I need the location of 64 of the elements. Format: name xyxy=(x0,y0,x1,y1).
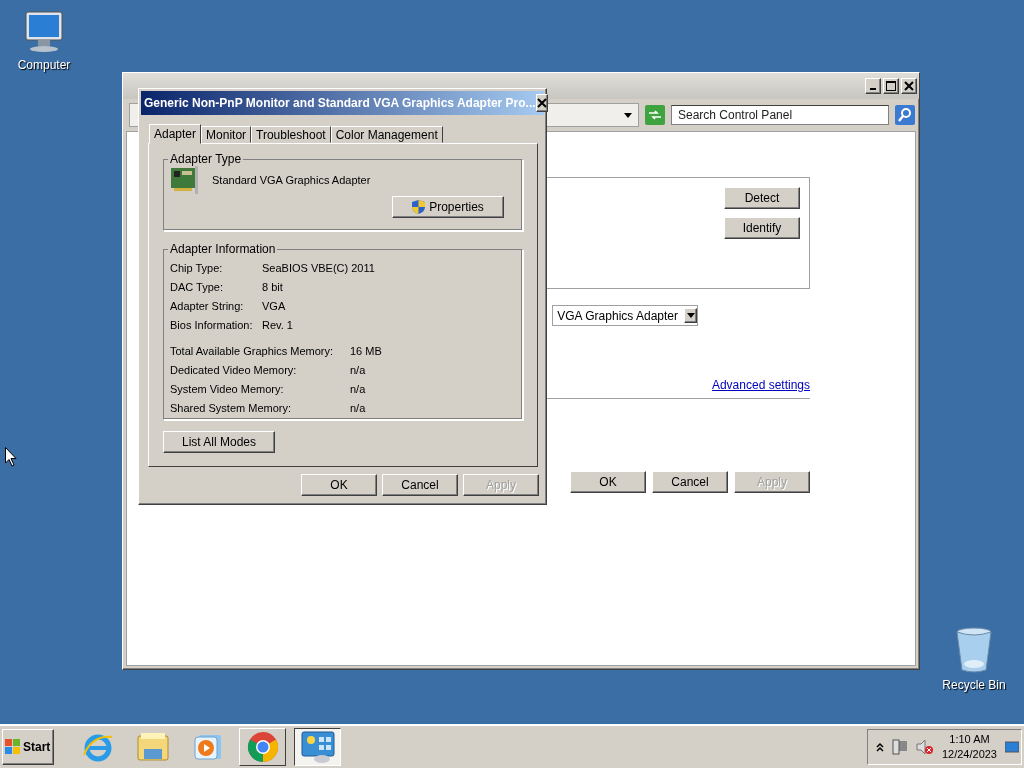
info-label: Dedicated Video Memory: xyxy=(170,364,298,377)
mouse-cursor-icon xyxy=(5,447,17,467)
info-label: Total Available Graphics Memory: xyxy=(170,345,335,358)
start-button[interactable]: Start xyxy=(2,729,54,765)
clock-time: 1:10 AM xyxy=(949,732,990,747)
info-value: VGA xyxy=(262,300,287,313)
desktop-icon-label[interactable]: Computer xyxy=(17,58,71,72)
shield-icon xyxy=(412,200,426,214)
close-icon xyxy=(904,81,914,91)
tab[interactable]: Color Management xyxy=(330,126,443,143)
info-value: Rev. 1 xyxy=(262,319,294,332)
clock[interactable]: 1:10 AM 12/24/2023 xyxy=(941,732,997,762)
close-button[interactable] xyxy=(901,78,917,94)
group-label: Adapter Type xyxy=(169,152,243,166)
dialog-title: Generic Non-PnP Monitor and Standard VGA Graphics Adapter Pro... xyxy=(144,96,536,110)
recycle-bin-icon[interactable] xyxy=(954,626,994,674)
info-value: n/a xyxy=(350,383,367,396)
maximize-icon xyxy=(886,81,896,91)
folder-icon xyxy=(135,731,170,763)
media-player-icon xyxy=(192,732,223,762)
dialog-button[interactable]: Cancel xyxy=(652,471,728,493)
dropdown-arrow-icon[interactable] xyxy=(624,112,632,118)
properties-button[interactable]: Properties xyxy=(392,196,504,218)
desktop-icon-label[interactable]: Recycle Bin xyxy=(942,678,1006,692)
info-label: Shared System Memory: xyxy=(170,402,293,415)
clock-date: 12/24/2023 xyxy=(941,747,997,762)
adapter-name: Standard VGA Graphics Adapter xyxy=(212,173,371,187)
caret-icon xyxy=(686,313,695,318)
dialog-button[interactable]: OK xyxy=(301,474,377,496)
dialog-button[interactable]: Cancel xyxy=(382,474,458,496)
tab[interactable]: Monitor xyxy=(201,126,252,143)
tab[interactable]: Troubleshoot xyxy=(251,126,331,143)
dialog-button[interactable]: OK xyxy=(570,471,646,493)
info-value: 8 bit xyxy=(262,281,284,294)
chrome-icon xyxy=(246,731,279,763)
group-label: Adapter Information xyxy=(169,242,277,256)
close-icon xyxy=(536,98,547,108)
info-label: System Video Memory: xyxy=(170,383,285,396)
info-label: DAC Type: xyxy=(170,281,224,294)
info-value: 16 MB xyxy=(350,345,383,358)
identify-button[interactable]: Identify xyxy=(724,217,800,239)
windows-logo-icon xyxy=(5,739,21,755)
minimize-button[interactable] xyxy=(865,78,881,94)
taskbar-button[interactable] xyxy=(294,728,341,766)
info-value: n/a xyxy=(350,364,367,377)
list-all-modes-button[interactable]: List All Modes xyxy=(163,431,275,453)
info-label: Bios Information: xyxy=(170,319,254,332)
search-field[interactable]: Search Control Panel xyxy=(671,105,889,125)
show-desktop-icon[interactable] xyxy=(1005,740,1019,754)
info-label: Chip Type: xyxy=(170,262,224,275)
advanced-settings-link[interactable]: Advanced settings xyxy=(711,378,810,392)
network-icon[interactable] xyxy=(891,739,908,755)
info-value: n/a xyxy=(350,402,367,415)
maximize-button[interactable] xyxy=(883,78,899,94)
info-value: SeaBIOS VBE(C) 2011 xyxy=(262,262,376,275)
volume-muted-icon[interactable] xyxy=(915,739,934,755)
search-icon[interactable] xyxy=(895,105,915,125)
info-label: Adapter String: xyxy=(170,300,245,313)
control-panel-icon xyxy=(299,730,336,764)
detect-button[interactable]: Detect xyxy=(724,187,800,209)
chevron-up-icon[interactable] xyxy=(875,742,884,752)
adapter-dropdown[interactable]: VGA Graphics Adapter xyxy=(552,305,698,326)
close-button[interactable] xyxy=(535,94,548,112)
tab[interactable]: Adapter xyxy=(149,124,202,144)
